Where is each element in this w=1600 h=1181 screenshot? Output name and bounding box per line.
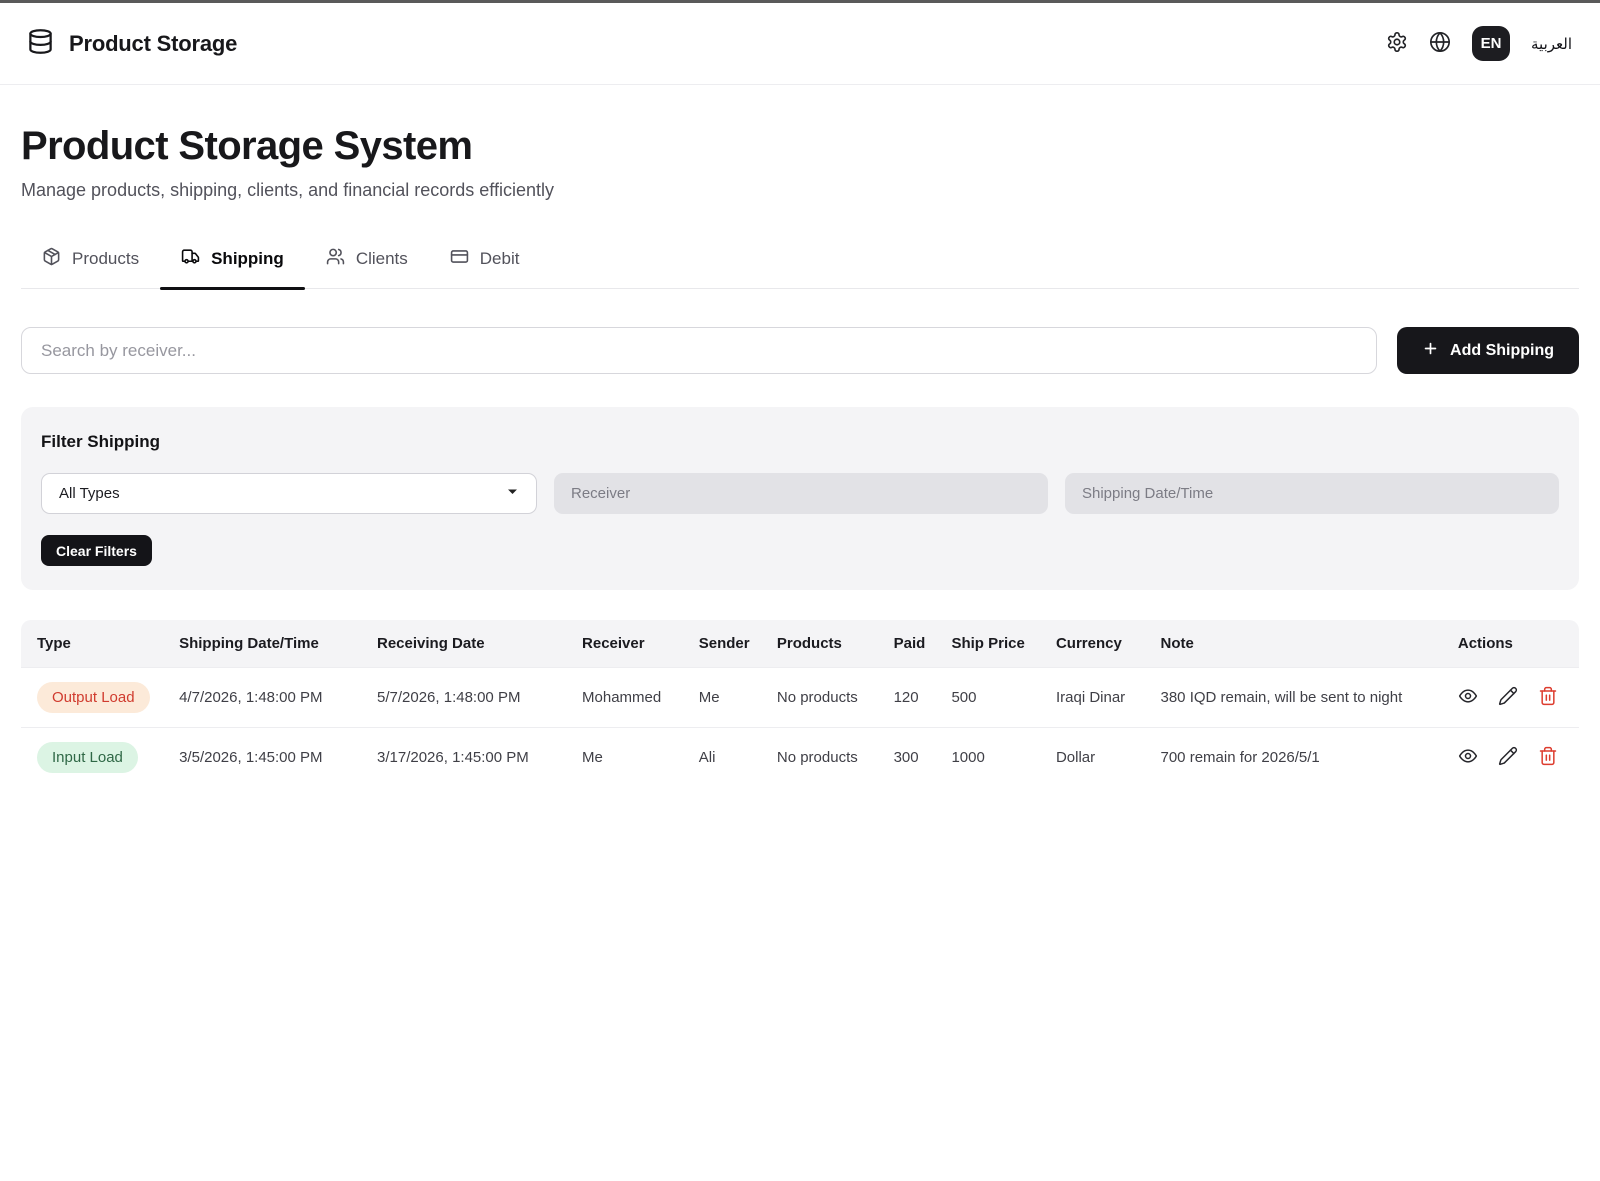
add-shipping-label: Add Shipping xyxy=(1450,342,1554,360)
chevron-down-icon xyxy=(506,485,519,502)
shipping-table: Type Shipping Date/Time Receiving Date R… xyxy=(21,620,1579,787)
cell-paid: 120 xyxy=(878,667,936,727)
type-badge-input: Input Load xyxy=(37,742,138,773)
cell-sender: Ali xyxy=(683,727,761,787)
view-button[interactable] xyxy=(1458,686,1478,709)
package-icon xyxy=(42,247,61,271)
pencil-icon xyxy=(1498,746,1518,769)
tab-label: Products xyxy=(72,249,139,269)
app-header: Product Storage EN العربية xyxy=(0,3,1600,85)
type-badge-output: Output Load xyxy=(37,682,150,713)
shipping-date-filter-input[interactable] xyxy=(1065,473,1559,514)
filter-title: Filter Shipping xyxy=(41,432,1559,452)
column-header-currency: Currency xyxy=(1040,620,1145,667)
edit-button[interactable] xyxy=(1498,686,1518,709)
cell-type: Input Load xyxy=(21,727,163,787)
truck-icon xyxy=(181,247,200,271)
column-header-sender: Sender xyxy=(683,620,761,667)
search-input[interactable] xyxy=(21,327,1377,374)
column-header-shipping-date: Shipping Date/Time xyxy=(163,620,361,667)
cell-receiving-date: 3/17/2026, 1:45:00 PM xyxy=(361,727,566,787)
cell-sender: Me xyxy=(683,667,761,727)
edit-button[interactable] xyxy=(1498,746,1518,769)
column-header-note: Note xyxy=(1145,620,1442,667)
page-title: Product Storage System xyxy=(21,124,1579,169)
delete-button[interactable] xyxy=(1538,686,1558,709)
language-en-badge[interactable]: EN xyxy=(1472,26,1510,61)
page-subtitle: Manage products, shipping, clients, and … xyxy=(21,180,1579,201)
main-content: Product Storage System Manage products, … xyxy=(0,124,1600,787)
eye-icon xyxy=(1458,746,1478,769)
table-header-row: Type Shipping Date/Time Receiving Date R… xyxy=(21,620,1579,667)
brand: Product Storage xyxy=(27,28,237,60)
cell-type: Output Load xyxy=(21,667,163,727)
receiver-filter-input[interactable] xyxy=(554,473,1048,514)
type-filter-value: All Types xyxy=(59,485,120,502)
tab-label: Debit xyxy=(480,249,520,269)
plus-icon xyxy=(1422,340,1439,362)
column-header-actions: Actions xyxy=(1442,620,1579,667)
trash-icon xyxy=(1538,686,1558,709)
users-icon xyxy=(326,247,345,271)
tab-label: Shipping xyxy=(211,249,284,269)
delete-button[interactable] xyxy=(1538,746,1558,769)
cell-note: 700 remain for 2026/5/1 xyxy=(1145,727,1442,787)
tab-label: Clients xyxy=(356,249,408,269)
cell-products: No products xyxy=(761,727,878,787)
eye-icon xyxy=(1458,686,1478,709)
cell-currency: Iraqi Dinar xyxy=(1040,667,1145,727)
column-header-receiving-date: Receiving Date xyxy=(361,620,566,667)
trash-icon xyxy=(1538,746,1558,769)
filter-row: All Types xyxy=(41,473,1559,514)
cell-paid: 300 xyxy=(878,727,936,787)
cell-shipping-date: 3/5/2026, 1:45:00 PM xyxy=(163,727,361,787)
tab-bar: Products Shipping Clients Debit xyxy=(21,243,1579,289)
type-filter-select[interactable]: All Types xyxy=(41,473,537,514)
globe-icon xyxy=(1429,31,1451,56)
cell-products: No products xyxy=(761,667,878,727)
cell-receiving-date: 5/7/2026, 1:48:00 PM xyxy=(361,667,566,727)
cell-receiver: Mohammed xyxy=(566,667,683,727)
toolbar: Add Shipping xyxy=(21,327,1579,374)
clear-filters-button[interactable]: Clear Filters xyxy=(41,535,152,566)
cell-actions xyxy=(1442,667,1579,727)
cell-currency: Dollar xyxy=(1040,727,1145,787)
pencil-icon xyxy=(1498,686,1518,709)
cell-ship-price: 1000 xyxy=(935,727,1040,787)
tab-products[interactable]: Products xyxy=(21,243,160,288)
language-arabic-link[interactable]: العربية xyxy=(1531,35,1572,53)
database-icon xyxy=(27,28,54,60)
gear-icon xyxy=(1386,31,1408,56)
app-title: Product Storage xyxy=(69,31,237,57)
column-header-ship-price: Ship Price xyxy=(935,620,1040,667)
column-header-type: Type xyxy=(21,620,163,667)
cell-shipping-date: 4/7/2026, 1:48:00 PM xyxy=(163,667,361,727)
add-shipping-button[interactable]: Add Shipping xyxy=(1397,327,1579,374)
table-row: Output Load 4/7/2026, 1:48:00 PM 5/7/202… xyxy=(21,667,1579,727)
filter-panel: Filter Shipping All Types Clear Filters xyxy=(21,407,1579,590)
cell-ship-price: 500 xyxy=(935,667,1040,727)
column-header-paid: Paid xyxy=(878,620,936,667)
view-button[interactable] xyxy=(1458,746,1478,769)
column-header-products: Products xyxy=(761,620,878,667)
cell-receiver: Me xyxy=(566,727,683,787)
settings-button[interactable] xyxy=(1386,31,1408,56)
tab-debit[interactable]: Debit xyxy=(429,243,541,288)
tab-shipping[interactable]: Shipping xyxy=(160,243,305,288)
header-actions: EN العربية xyxy=(1386,26,1572,61)
tab-clients[interactable]: Clients xyxy=(305,243,429,288)
table-row: Input Load 3/5/2026, 1:45:00 PM 3/17/202… xyxy=(21,727,1579,787)
language-globe-button[interactable] xyxy=(1429,31,1451,56)
column-header-receiver: Receiver xyxy=(566,620,683,667)
credit-card-icon xyxy=(450,247,469,271)
cell-note: 380 IQD remain, will be sent to night xyxy=(1145,667,1442,727)
cell-actions xyxy=(1442,727,1579,787)
